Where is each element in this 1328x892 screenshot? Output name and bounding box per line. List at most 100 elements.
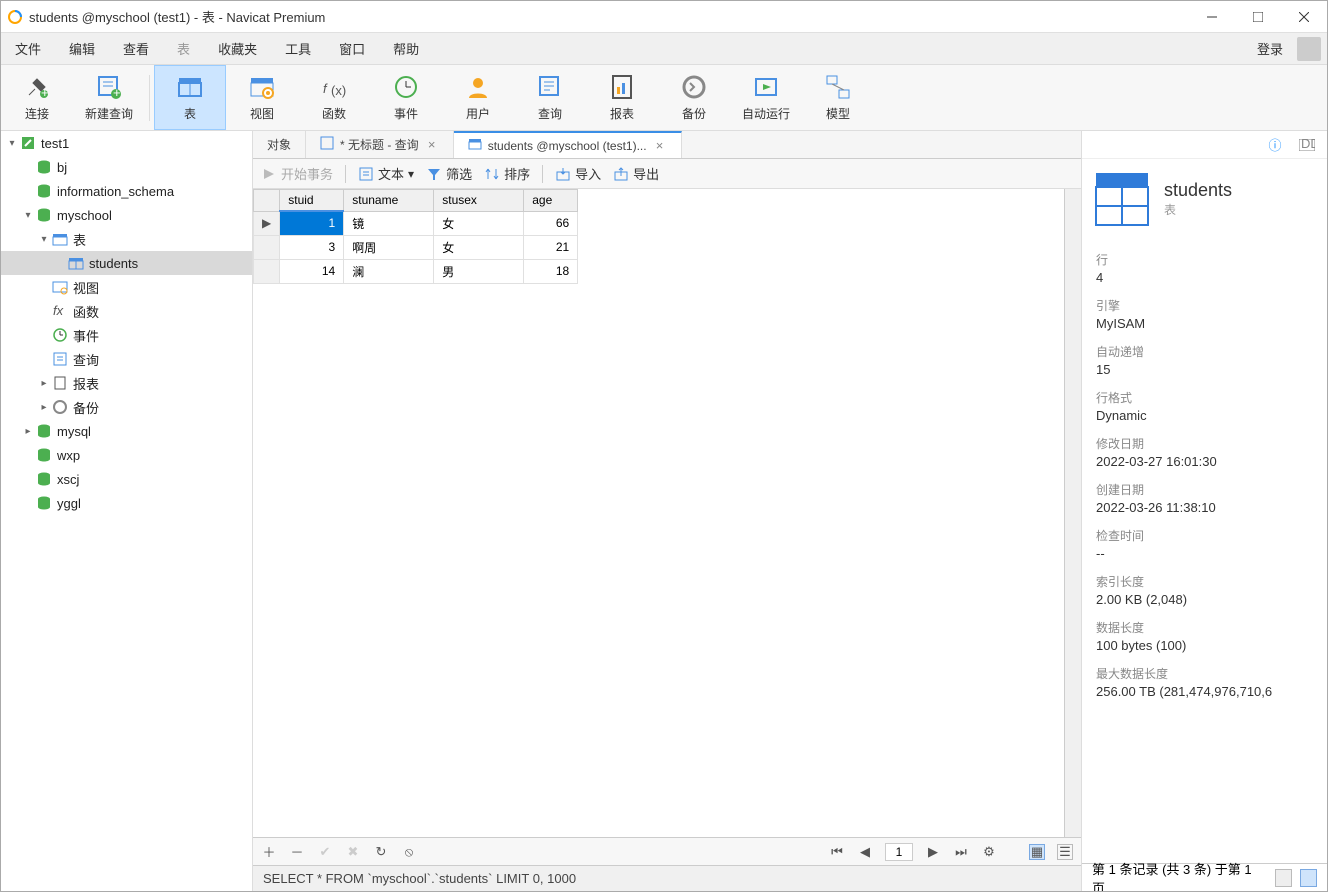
avatar-icon[interactable] bbox=[1297, 37, 1321, 61]
minimize-button[interactable] bbox=[1189, 1, 1235, 32]
caret-icon[interactable]: ▸ bbox=[37, 402, 51, 413]
cell-stuname[interactable]: 澜 bbox=[344, 259, 434, 283]
import-button[interactable]: 导入 bbox=[555, 164, 601, 183]
caret-icon[interactable]: ▸ bbox=[37, 378, 51, 389]
tree-node-mysql[interactable]: ▸mysql bbox=[1, 419, 252, 443]
tree-node-students[interactable]: students bbox=[1, 251, 252, 275]
cell-stusex[interactable]: 男 bbox=[434, 259, 524, 283]
toolbar-report-button[interactable]: 报表 bbox=[586, 65, 658, 130]
sidebar-tree[interactable]: ▾test1bjinformation_schema▾myschool▾表stu… bbox=[1, 131, 253, 891]
tab-students @myschool (test1)...[interactable]: students @myschool (test1)...× bbox=[454, 131, 682, 158]
tab-对象[interactable]: 对象 bbox=[253, 131, 306, 158]
toolbar-fx-button[interactable]: f(x)函数 bbox=[298, 65, 370, 130]
caret-icon[interactable]: ▾ bbox=[37, 234, 51, 245]
page-input[interactable] bbox=[885, 843, 913, 861]
table-row[interactable]: 3啊周女21 bbox=[254, 235, 578, 259]
menu-查看[interactable]: 查看 bbox=[109, 33, 163, 64]
toolbar-plug-button[interactable]: +连接 bbox=[1, 65, 73, 130]
next-page-button[interactable]: ▶ bbox=[925, 844, 941, 860]
close-button[interactable] bbox=[1281, 1, 1327, 32]
table-row[interactable]: ▶1镜女66 bbox=[254, 211, 578, 235]
filter-button[interactable]: 筛选 bbox=[426, 164, 472, 183]
column-header-age[interactable]: age bbox=[524, 190, 578, 212]
maximize-button[interactable] bbox=[1235, 1, 1281, 32]
menu-文件[interactable]: 文件 bbox=[1, 33, 55, 64]
data-grid[interactable]: stuidstunamestusexage▶1镜女663啊周女2114澜男18 bbox=[253, 189, 1064, 837]
add-row-button[interactable]: ＋ bbox=[261, 844, 277, 860]
last-page-button[interactable]: ⏭ bbox=[953, 844, 969, 860]
sort-button[interactable]: 排序 bbox=[484, 164, 530, 183]
menu-收藏夹[interactable]: 收藏夹 bbox=[204, 33, 271, 64]
tree-node-yggl[interactable]: yggl bbox=[1, 491, 252, 515]
cell-age[interactable]: 21 bbox=[524, 235, 578, 259]
tree-node-视图[interactable]: 视图 bbox=[1, 275, 252, 299]
tree-node-表[interactable]: ▾表 bbox=[1, 227, 252, 251]
tree-node-test1[interactable]: ▾test1 bbox=[1, 131, 252, 155]
refresh-button[interactable]: ↻ bbox=[373, 844, 389, 860]
column-header-stuname[interactable]: stuname bbox=[344, 190, 434, 212]
toolbar-auto-button[interactable]: 自动运行 bbox=[730, 65, 802, 130]
first-page-button[interactable]: ⏮ bbox=[829, 844, 845, 860]
app-window: students @myschool (test1) - 表 - Navicat… bbox=[0, 0, 1328, 892]
toolbar-backup-button[interactable]: 备份 bbox=[658, 65, 730, 130]
settings-button[interactable]: ⚙ bbox=[981, 844, 997, 860]
menu-帮助[interactable]: 帮助 bbox=[379, 33, 433, 64]
toolbar-model-button[interactable]: 模型 bbox=[802, 65, 874, 130]
close-tab-button[interactable]: × bbox=[653, 138, 667, 153]
table-row[interactable]: 14澜男18 bbox=[254, 259, 578, 283]
grid-view-button[interactable]: ▦ bbox=[1029, 844, 1045, 860]
login-button[interactable]: 登录 bbox=[1247, 33, 1293, 64]
caret-icon[interactable]: ▸ bbox=[21, 426, 35, 437]
form-view-button[interactable]: ☰ bbox=[1057, 844, 1073, 860]
prev-page-button[interactable]: ◀ bbox=[857, 844, 873, 860]
caret-icon[interactable]: ▾ bbox=[21, 210, 35, 221]
toolbar-new-query-button[interactable]: +新建查询 bbox=[73, 65, 145, 130]
column-header-stusex[interactable]: stusex bbox=[434, 190, 524, 212]
close-tab-button[interactable]: × bbox=[425, 137, 439, 152]
menu-编辑[interactable]: 编辑 bbox=[55, 33, 109, 64]
cell-stuid[interactable]: 3 bbox=[280, 235, 344, 259]
caret-icon[interactable]: ▾ bbox=[5, 138, 19, 149]
cell-stuname[interactable]: 啊周 bbox=[344, 235, 434, 259]
tree-node-bj[interactable]: bj bbox=[1, 155, 252, 179]
info-key: 行格式 bbox=[1096, 389, 1313, 406]
toolbar-clock-button[interactable]: 事件 bbox=[370, 65, 442, 130]
cancel-button[interactable]: ✖ bbox=[345, 844, 361, 860]
menu-表[interactable]: 表 bbox=[163, 33, 204, 64]
cell-stuname[interactable]: 镜 bbox=[344, 211, 434, 235]
cell-age[interactable]: 66 bbox=[524, 211, 578, 235]
info-icon[interactable]: ⓘ bbox=[1267, 137, 1283, 153]
tree-node-函数[interactable]: fx函数 bbox=[1, 299, 252, 323]
cell-stusex[interactable]: 女 bbox=[434, 235, 524, 259]
tree-node-事件[interactable]: 事件 bbox=[1, 323, 252, 347]
export-button[interactable]: 导出 bbox=[613, 164, 659, 183]
toolbar-user-button[interactable]: 用户 bbox=[442, 65, 514, 130]
vertical-scrollbar[interactable] bbox=[1064, 189, 1081, 837]
toolbar-table-button[interactable]: 表 bbox=[154, 65, 226, 130]
tree-node-xscj[interactable]: xscj bbox=[1, 467, 252, 491]
panel-mode-2-button[interactable] bbox=[1300, 869, 1317, 887]
tree-node-查询[interactable]: 查询 bbox=[1, 347, 252, 371]
apply-button[interactable]: ✔ bbox=[317, 844, 333, 860]
cell-stusex[interactable]: 女 bbox=[434, 211, 524, 235]
stop-button[interactable]: ⦸ bbox=[401, 844, 417, 860]
tree-node-myschool[interactable]: ▾myschool bbox=[1, 203, 252, 227]
tree-node-information_schema[interactable]: information_schema bbox=[1, 179, 252, 203]
begin-transaction-button[interactable]: 开始事务 bbox=[261, 164, 333, 183]
toolbar-query-button[interactable]: 查询 bbox=[514, 65, 586, 130]
tab-* 无标题 - 查询[interactable]: * 无标题 - 查询× bbox=[306, 131, 454, 158]
tree-node-报表[interactable]: ▸报表 bbox=[1, 371, 252, 395]
panel-mode-1-button[interactable] bbox=[1275, 869, 1292, 887]
column-header-stuid[interactable]: stuid bbox=[280, 190, 344, 212]
menu-窗口[interactable]: 窗口 bbox=[325, 33, 379, 64]
menu-工具[interactable]: 工具 bbox=[271, 33, 325, 64]
toolbar-view-button[interactable]: 视图 bbox=[226, 65, 298, 130]
tree-node-备份[interactable]: ▸备份 bbox=[1, 395, 252, 419]
text-button[interactable]: 文本 ▾ bbox=[358, 164, 414, 183]
cell-stuid[interactable]: 14 bbox=[280, 259, 344, 283]
cell-age[interactable]: 18 bbox=[524, 259, 578, 283]
cell-stuid[interactable]: 1 bbox=[280, 211, 344, 235]
tree-node-wxp[interactable]: wxp bbox=[1, 443, 252, 467]
delete-row-button[interactable]: － bbox=[289, 844, 305, 860]
ddl-icon[interactable]: DDL bbox=[1299, 137, 1315, 153]
